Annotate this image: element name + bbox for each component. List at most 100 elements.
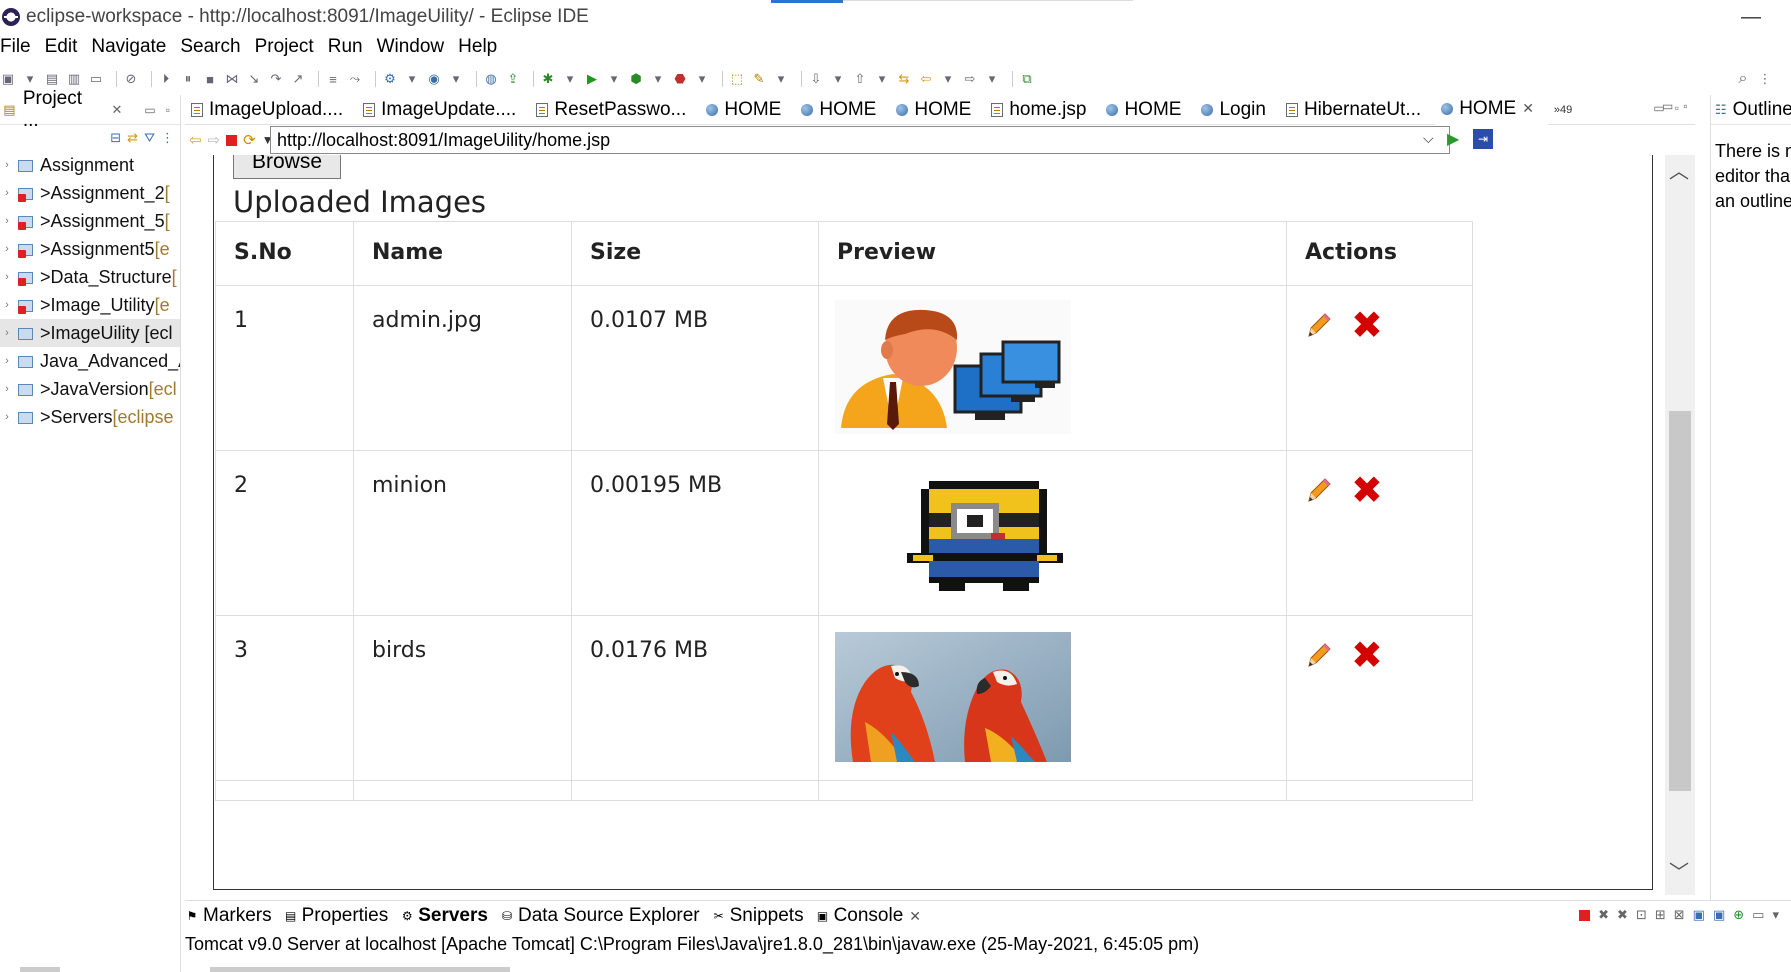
next-annotation-icon[interactable]: ⇩ xyxy=(808,71,824,87)
save-icon[interactable]: ▤ xyxy=(44,71,60,87)
coverage-dropdown-icon[interactable]: ▾ xyxy=(650,71,666,87)
expand-arrow-icon[interactable]: › xyxy=(0,299,14,311)
web-browser-icon[interactable]: ◉ xyxy=(426,71,442,87)
editor-tab[interactable]: HibernateUt... xyxy=(1280,95,1435,125)
tree-item-project[interactable]: › > Assignment_5 [ xyxy=(0,207,180,235)
word-wrap-icon[interactable]: ⊞ xyxy=(1655,907,1666,923)
editor-tab[interactable]: HOME xyxy=(1100,95,1195,125)
editor-tab[interactable]: HOME ✕ xyxy=(1435,94,1548,125)
debug-icon[interactable]: ✱ xyxy=(540,71,556,87)
browser-back-icon[interactable]: ⇦ xyxy=(189,131,202,149)
tree-item-project[interactable]: › > Image_Utility [e xyxy=(0,291,180,319)
browser-dropdown-icon[interactable]: ▾ xyxy=(448,71,464,87)
bottom-tab[interactable]: ▤ Properties xyxy=(284,905,388,927)
url-dropdown-icon[interactable]: ⌵ xyxy=(1423,130,1434,147)
external-tools-dropdown-icon[interactable]: ▾ xyxy=(694,71,710,87)
project-explorer-tab[interactable]: ▤ Project ... ✕ ▭▫ xyxy=(0,88,180,131)
bottom-tab[interactable]: ⛁ Data Source Explorer xyxy=(500,905,700,927)
expand-arrow-icon[interactable]: › xyxy=(0,243,14,255)
disconnect-icon[interactable]: ⋈ xyxy=(224,71,240,87)
bottom-tab[interactable]: ⚙ Servers xyxy=(400,905,488,927)
terminal-icon[interactable]: ▭ xyxy=(88,71,104,87)
tree-item-project[interactable]: › > Data_Structure [ xyxy=(0,263,180,291)
delete-icon[interactable]: ✖ xyxy=(1351,636,1383,674)
suspend-icon[interactable]: ⏸ xyxy=(180,71,196,87)
coverage-icon[interactable]: ⬢ xyxy=(628,71,644,87)
edit-pencil-icon[interactable] xyxy=(1305,310,1331,340)
editor-tab[interactable]: HOME xyxy=(795,95,890,125)
editor-minimize-maximize-icon[interactable]: ▭▫ xyxy=(1662,99,1698,113)
expand-arrow-icon[interactable]: › xyxy=(0,187,14,199)
step-over-icon[interactable]: ↷ xyxy=(268,71,284,87)
scroll-lock-icon[interactable]: ⊡ xyxy=(1636,907,1647,923)
browser-refresh-icon[interactable]: ⟳ xyxy=(243,131,256,149)
prev-annotation-dropdown-icon[interactable]: ▾ xyxy=(874,71,890,87)
forward-dropdown-icon[interactable]: ▾ xyxy=(984,71,1000,87)
edit-pencil-icon[interactable] xyxy=(1305,640,1331,670)
menu-run[interactable]: Run xyxy=(328,36,363,64)
expand-arrow-icon[interactable]: › xyxy=(0,383,14,395)
browser-stop-icon[interactable] xyxy=(226,134,238,146)
menu-project[interactable]: Project xyxy=(255,36,314,64)
outline-tab[interactable]: ☷ Outline xyxy=(1711,95,1791,125)
expand-arrow-icon[interactable]: › xyxy=(0,411,14,423)
scroll-down-icon[interactable]: ﹀ xyxy=(1669,856,1689,885)
back-dropdown-icon[interactable]: ▾ xyxy=(940,71,956,87)
tree-item-project[interactable]: › > ImageUility [ecl xyxy=(0,319,180,347)
external-tools-icon[interactable]: ⬣ xyxy=(672,71,688,87)
menu-navigate[interactable]: Navigate xyxy=(91,36,166,64)
tree-item-project[interactable]: › Assignment xyxy=(0,151,180,179)
menu-edit[interactable]: Edit xyxy=(45,36,78,64)
editor-tab[interactable]: ResetPasswo... xyxy=(530,95,700,125)
view-menu-icon[interactable]: ⋮ xyxy=(161,130,174,146)
link-with-editor-icon[interactable]: ⇄ xyxy=(127,130,138,146)
terminate-icon[interactable]: ■ xyxy=(202,71,218,87)
display-selected-console-icon[interactable]: ▣ xyxy=(1693,907,1705,923)
expand-arrow-icon[interactable]: › xyxy=(0,327,14,339)
editor-tab[interactable]: HOME xyxy=(890,95,985,125)
filter-icon[interactable]: ⛛ xyxy=(144,130,155,146)
browse-button[interactable]: Browse xyxy=(233,155,341,179)
console-horizontal-scrollbar[interactable] xyxy=(210,967,510,972)
run-icon[interactable]: ▶ xyxy=(584,71,600,87)
save-all-icon[interactable]: ▥ xyxy=(66,71,82,87)
step-into-icon[interactable]: ↘ xyxy=(246,71,262,87)
edit-pencil-icon[interactable] xyxy=(1305,475,1331,505)
resume-icon[interactable]: ⏵ xyxy=(158,71,174,87)
minimize-button[interactable]: — xyxy=(1741,6,1761,29)
search-icon[interactable]: ⌕ xyxy=(1735,70,1751,87)
minimize-icon[interactable]: ▭ xyxy=(1752,907,1764,923)
next-annotation-dropdown-icon[interactable]: ▾ xyxy=(830,71,846,87)
server-dropdown-icon[interactable]: ▾ xyxy=(404,71,420,87)
tabs-overflow-indicator[interactable]: »49 xyxy=(1554,104,1572,116)
browser-forward-icon[interactable]: ⇨ xyxy=(208,131,221,149)
search-dropdown-icon[interactable]: ▾ xyxy=(773,71,789,87)
pin-editor-icon[interactable]: ⧉ xyxy=(1019,71,1035,87)
close-icon[interactable]: ✕ xyxy=(112,102,123,118)
expand-arrow-icon[interactable]: › xyxy=(0,355,14,367)
terminate-icon[interactable] xyxy=(1579,909,1591,921)
close-tab-icon[interactable]: ✕ xyxy=(909,908,921,925)
horizontal-scrollbar[interactable] xyxy=(20,967,60,972)
last-edit-location-icon[interactable]: ⇆ xyxy=(896,71,912,87)
open-task-icon[interactable]: ✎ xyxy=(751,71,767,87)
close-tab-icon[interactable]: ✕ xyxy=(1522,100,1534,117)
tree-item-project[interactable]: › > Assignment5 [e xyxy=(0,235,180,263)
skip-breakpoints-icon[interactable]: ⊘ xyxy=(123,71,139,87)
view-menu-icon[interactable]: ▾ xyxy=(1772,907,1779,923)
go-icon[interactable]: ▶ xyxy=(1447,129,1459,149)
tree-item-project[interactable]: › > Servers [eclipse xyxy=(0,403,180,431)
bottom-tab[interactable]: ⚑ Markers xyxy=(185,905,272,927)
use-step-filters-icon[interactable]: ⤳ xyxy=(347,71,363,87)
menu-file[interactable]: File xyxy=(0,36,31,64)
pin-console-icon[interactable]: ⊠ xyxy=(1674,907,1685,923)
server-icon[interactable]: ⚙ xyxy=(382,71,398,87)
run-dropdown-icon[interactable]: ▾ xyxy=(606,71,622,87)
menu-help[interactable]: Help xyxy=(458,36,497,64)
back-icon[interactable]: ⇦ xyxy=(918,71,934,87)
publish-icon[interactable]: ⇪ xyxy=(505,71,521,87)
globe-icon[interactable]: ◍ xyxy=(483,71,499,87)
expand-arrow-icon[interactable]: › xyxy=(0,271,14,283)
scroll-up-icon[interactable]: ︿ xyxy=(1669,155,1689,184)
collapse-all-icon[interactable]: ⊟ xyxy=(110,130,121,146)
